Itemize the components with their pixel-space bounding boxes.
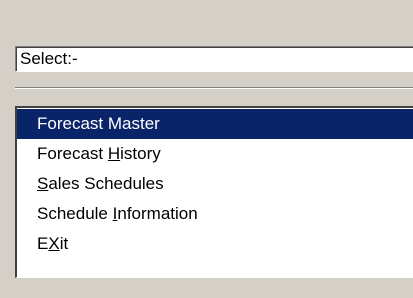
menu-item-forecast-history[interactable]: Forecast History <box>17 139 413 169</box>
menu-item-schedule-information[interactable]: Schedule Information <box>17 199 413 229</box>
menu-item-exit[interactable]: EXit <box>17 229 413 259</box>
menu-item-mnemonic: H <box>107 144 121 163</box>
menu-item-text-rest: istory <box>120 144 161 163</box>
menu-list[interactable]: Forecast Master Forecast History Sales S… <box>15 106 413 278</box>
menu-item-text-rest: nformation <box>117 204 198 223</box>
separator <box>15 87 413 89</box>
menu-item-text: Schedule <box>37 204 113 223</box>
menu-item-text: E <box>37 234 49 253</box>
menu-item-text-rest: ales Schedules <box>48 174 164 193</box>
menu-item-text-rest: it <box>59 234 69 253</box>
menu-item-mnemonic: X <box>48 234 60 253</box>
menu-item-forecast-master[interactable]: Forecast Master <box>17 109 413 139</box>
menu-item-mnemonic: S <box>37 174 49 193</box>
select-label: Select:- <box>20 49 78 68</box>
menu-item-text: Forecast <box>37 144 108 163</box>
select-label-box: Select:- <box>15 46 413 72</box>
menu-item-sales-schedules[interactable]: Sales Schedules <box>17 169 413 199</box>
menu-item-text: Forecast Master <box>37 114 160 133</box>
